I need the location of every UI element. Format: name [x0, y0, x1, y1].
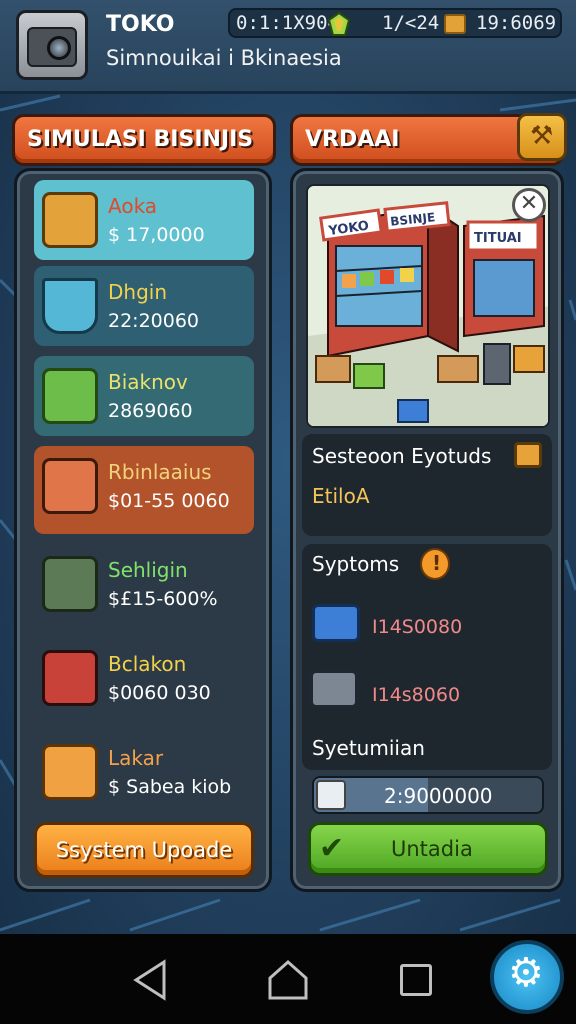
business-item-name: Dhgin — [108, 280, 168, 304]
ticket-icon — [514, 442, 542, 468]
info-value: EtiloA — [312, 484, 370, 508]
shop-stall-icon — [42, 458, 98, 514]
scene-sign-right: TITUAI — [474, 231, 522, 246]
business-item-price: $ 17,0000 — [108, 224, 205, 246]
business-item-price: $ Sabea kiob — [108, 776, 232, 798]
business-item-name: Sehligin — [108, 558, 188, 582]
business-item-aoka[interactable]: Aoka $ 17,0000 — [34, 180, 254, 260]
delivery-truck-icon[interactable] — [310, 670, 358, 708]
shop-scene-image: YOKO BSINJE TITUAI — [306, 184, 550, 428]
shelf-icon — [42, 556, 98, 612]
info-title: Sesteoon Eyotuds — [312, 444, 492, 468]
crate-icon — [42, 368, 98, 424]
business-item-price: $0060 030 — [108, 682, 211, 704]
recent-apps-icon[interactable] — [400, 964, 432, 996]
systems-footer: Syetumiian — [312, 736, 425, 760]
business-item-name: Rbinlaaius — [108, 460, 212, 484]
detail-panel-header: VRDAAI — [290, 113, 567, 166]
top-header: TOKO Simnouikai i Bkinaesia 0:1:1X904 1/… — [0, 0, 576, 94]
business-item-name: Bclakon — [108, 652, 187, 676]
business-item-name: Biaknov — [108, 370, 188, 394]
hammer-badge-icon[interactable] — [517, 113, 567, 161]
time-counter: 1/<24 — [382, 12, 440, 34]
canister-icon — [316, 780, 346, 810]
detail-panel-title: VRDAAI — [305, 127, 400, 152]
business-item-name: Aoka — [108, 194, 158, 218]
app-subtitle: Simnouikai i Bkinaesia — [106, 46, 342, 70]
business-item-price: 2869060 — [108, 400, 193, 422]
parcel-icon — [42, 744, 98, 800]
business-item-biaknov[interactable]: Biaknov 2869060 — [34, 356, 254, 436]
business-item-bclakon[interactable]: Bclakon $0060 030 — [34, 638, 254, 718]
checkmark-icon: ✔ — [319, 831, 345, 866]
resource-bar: 0:1:1X904 1/<24 19:6069 — [228, 8, 562, 38]
business-item-name: Lakar — [108, 746, 164, 770]
business-item-lakar[interactable]: Lakar $ Sabea kiob — [34, 732, 254, 812]
confirm-button[interactable]: ✔ Untadia — [308, 822, 548, 876]
business-item-rbinlaaius[interactable]: Rbinlaaius $01-55 0060 — [34, 446, 254, 534]
business-item-price: $£15-600% — [108, 588, 218, 610]
business-item-sehligin[interactable]: Sehligin $£15-600% — [34, 544, 254, 624]
business-item-dhgin[interactable]: Dhgin 22:20060 — [34, 266, 254, 346]
money-counter: 19:6069 — [476, 12, 557, 34]
confirm-button-label: Untadia — [391, 837, 473, 861]
business-panel-header: SIMULASI BISINJIS — [12, 114, 276, 166]
progress-text: 2:9000000 — [384, 784, 493, 808]
progress-bar: 2:9000000 — [312, 776, 544, 814]
home-icon[interactable] — [266, 958, 310, 1002]
system-upgrade-button[interactable]: Ssystem Upoade — [34, 822, 254, 878]
camera-lens — [47, 36, 71, 60]
system-row-value: I14S0080 — [372, 616, 463, 638]
gear-icon: ⚙ — [508, 950, 544, 996]
box-icon — [42, 192, 98, 248]
camera-app-icon[interactable] — [16, 10, 88, 80]
business-panel-title: SIMULASI BISINJIS — [27, 127, 254, 152]
settings-gear-button[interactable]: ⚙ — [490, 940, 564, 1014]
bucket-icon — [42, 278, 98, 334]
coins-counter: 0:1:1X904 — [236, 12, 339, 34]
register-machine-icon[interactable] — [312, 604, 360, 642]
business-item-price: $01-55 0060 — [108, 490, 230, 512]
camera-body — [27, 27, 77, 67]
business-item-price: 22:20060 — [108, 310, 200, 332]
close-icon[interactable]: ✕ — [512, 188, 546, 222]
app-title: TOKO — [106, 12, 175, 37]
card-icon — [444, 14, 466, 34]
gem-icon — [328, 12, 350, 36]
system-row-value: I14s8060 — [372, 684, 461, 706]
systems-title: Syptoms — [312, 552, 400, 576]
alert-badge-icon — [420, 548, 450, 580]
back-icon[interactable] — [130, 958, 170, 1002]
market-stand-icon — [42, 650, 98, 706]
